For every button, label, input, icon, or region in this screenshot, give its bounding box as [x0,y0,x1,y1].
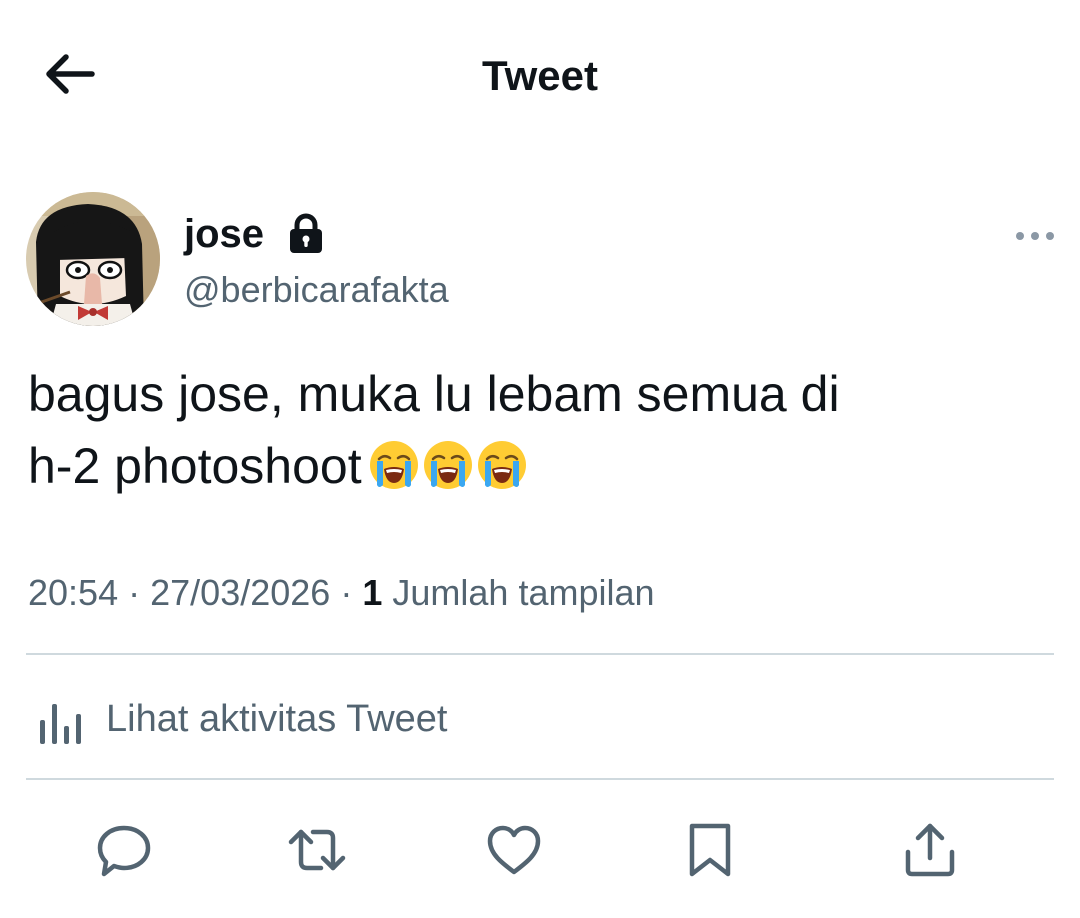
views-label: Jumlah tampilan [392,572,655,613]
retweet-icon [288,829,346,871]
meta-separator: · [340,572,353,613]
view-activity-label: Lihat aktivitas Tweet [106,698,448,740]
loudly-crying-face-emoji [369,441,418,489]
tweet-text-line-1: bagus jose, muka lu lebam semua di [28,366,840,422]
meta-separator: · [128,572,141,613]
bookmark-icon [689,823,731,877]
reply-icon [97,825,151,877]
share-button[interactable] [898,818,962,882]
tweet-text: bagus jose, muka lu lebam semua di h-2 p… [28,358,1028,510]
retweet-button[interactable] [285,818,349,882]
bookmark-button[interactable] [678,818,742,882]
emoji-group [368,438,530,510]
avatar-image [26,192,160,326]
author-handle[interactable]: @berbicarafakta [184,268,449,312]
author-display-name[interactable]: jose [184,210,264,258]
lock-icon [286,212,326,254]
views-count: 1 [362,572,383,613]
avatar[interactable] [26,192,160,326]
bar-chart-icon [40,704,81,744]
loudly-crying-face-emoji [423,441,472,489]
heart-icon [487,825,541,875]
divider [26,653,1054,655]
tweet-date[interactable]: 27/03/2026 [150,572,330,613]
header: Tweet [0,0,1080,150]
tweet-meta: 20:54 · 27/03/2026 · 1 Jumlah tampilan [28,570,655,616]
view-activity-button[interactable]: Lihat aktivitas Tweet [28,690,628,750]
tweet-text-line-2: h-2 photoshoot [28,438,362,494]
loudly-crying-face-emoji [477,441,526,489]
tweet-time[interactable]: 20:54 [28,572,118,613]
page-title: Tweet [482,52,598,99]
divider [26,778,1054,780]
more-options-button[interactable] [1012,222,1058,250]
more-dots-icon [1016,232,1054,240]
like-button[interactable] [482,818,546,882]
reply-button[interactable] [92,818,156,882]
share-icon [905,823,955,877]
tweet-text-line-2-container: h-2 photoshoot [28,430,1028,510]
